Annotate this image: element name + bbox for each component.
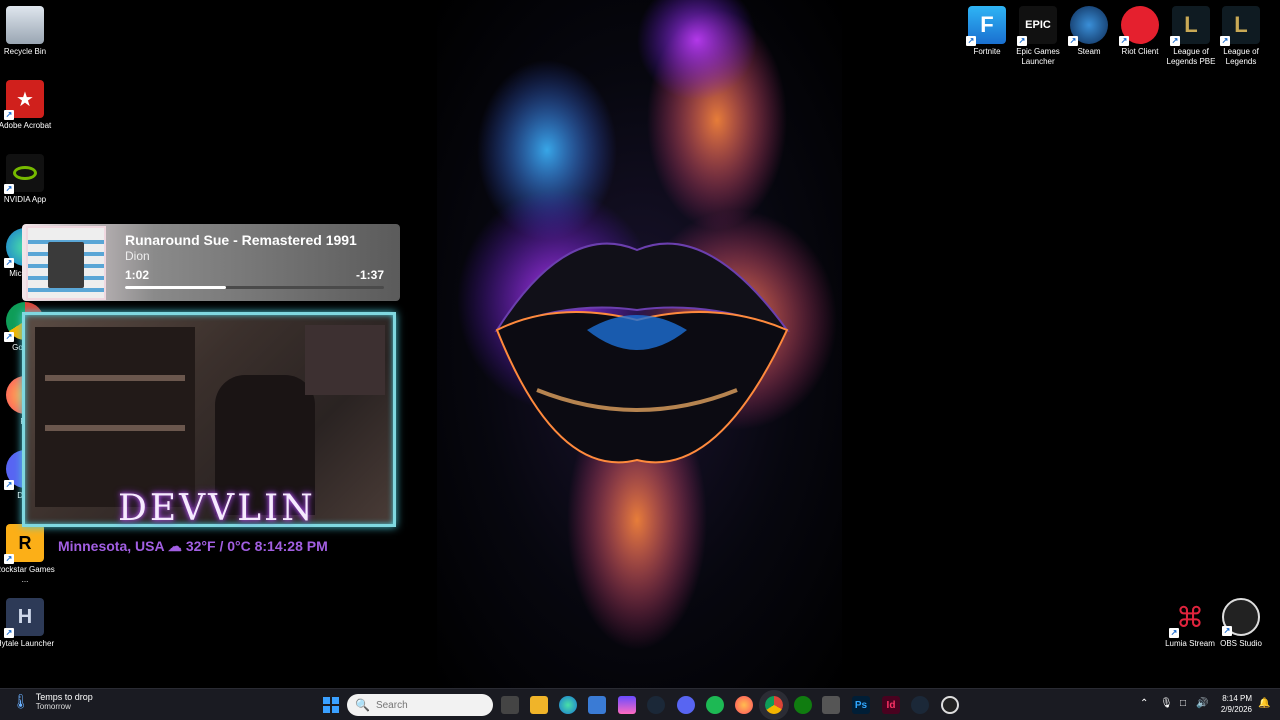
lumia-icon: ⌘ ↗ [1169, 601, 1204, 638]
weather-widget[interactable]: 🌡 Temps to drop Tomorrow [12, 692, 93, 711]
elapsed-time: 1:02 [125, 268, 150, 282]
desktop-icon-recycle-bin[interactable]: Recycle Bin [0, 6, 50, 57]
steam-icon-2[interactable] [911, 696, 929, 714]
lips-artwork [457, 0, 837, 650]
obs-icon: ↗ [1222, 598, 1260, 636]
microphone-icon[interactable]: 🎙 [1160, 698, 1173, 709]
now-playing-widget: Runaround Sue - Remastered 1991 Dion 1:0… [22, 224, 400, 301]
search-input[interactable] [375, 699, 466, 711]
remaining-time: -1:37 [355, 268, 384, 282]
track-title: Runaround Sue - Remastered 1991 [125, 232, 357, 248]
chrome-icon[interactable] [759, 690, 789, 720]
desktop-icon-steam[interactable]: ↗ Steam [1064, 6, 1114, 57]
thermometer-icon: 🌡 [12, 693, 30, 709]
desktop-icon-lumia-stream[interactable]: ⌘ ↗ Lumia Stream [1165, 598, 1215, 649]
copilot-icon[interactable] [618, 696, 636, 714]
progress-fill [125, 286, 226, 289]
fortnite-icon: F ↗ [966, 6, 1006, 46]
desktop-icon-rockstar[interactable]: R ↗ Rockstar Games ... [0, 524, 55, 585]
edge-icon[interactable] [559, 696, 577, 714]
desktop-icon-adobe-acrobat[interactable]: ★ ↗ Adobe Acrobat [0, 80, 51, 131]
recycle-bin-icon [6, 6, 44, 44]
snipping-icon[interactable] [822, 696, 840, 714]
acrobat-icon: ★ ↗ [4, 80, 44, 120]
desktop-icon-lol[interactable]: L ↗ League of Legends [1216, 6, 1266, 67]
photoshop-icon[interactable]: Ps [852, 696, 870, 714]
spotify-icon[interactable] [706, 696, 724, 714]
track-artist: Dion [125, 249, 150, 263]
taskbar-search[interactable]: 🔍 [347, 694, 493, 716]
discord-icon[interactable] [677, 696, 695, 714]
network-icon[interactable]: □ [1180, 698, 1186, 709]
lol-icon: L ↗ [1220, 6, 1260, 46]
xbox-icon[interactable] [794, 696, 812, 714]
taskbar: 🌡 Temps to drop Tomorrow 🔍 Ps Id ⌃ 🎙 □ 🔊… [0, 688, 1280, 720]
desktop-icon-hytale[interactable]: H ↗ Hytale Launcher [0, 598, 54, 649]
notification-icon[interactable]: 🔔 [1258, 698, 1270, 709]
volume-icon[interactable]: 🔊 [1196, 698, 1208, 709]
start-icon[interactable] [322, 696, 340, 714]
nvidia-icon: ↗ [4, 154, 44, 194]
taskview-icon[interactable] [501, 696, 519, 714]
streamer-name: DEVVLIN [118, 488, 316, 529]
desktop-icon-epic-games[interactable]: EPIC ↗ Epic Games Launcher [1013, 6, 1063, 67]
desktop-icon-obs-studio[interactable]: ↗ OBS Studio [1216, 598, 1266, 649]
desktop-icon-riot-client[interactable]: ↗ Riot Client [1115, 6, 1165, 57]
steam-icon[interactable] [647, 696, 665, 714]
file-explorer-icon[interactable] [530, 696, 548, 714]
hytale-icon: H ↗ [4, 598, 44, 638]
location-weather-time: Minnesota, USA ☁ 32°F / 0°C 8:14:28 PM [58, 538, 328, 554]
lol-pbe-icon: L ↗ [1170, 6, 1210, 46]
obs-icon[interactable] [941, 696, 959, 714]
firefox-icon[interactable] [735, 696, 753, 714]
riot-icon: ↗ [1119, 6, 1159, 46]
taskbar-clock[interactable]: 8:14 PM 2/9/2026 [1212, 693, 1252, 715]
progress-bar [125, 286, 384, 289]
desktop-icon-fortnite[interactable]: F ↗ Fortnite [962, 6, 1012, 57]
rockstar-icon: R ↗ [4, 524, 44, 564]
store-icon[interactable] [588, 696, 606, 714]
desktop-wallpaper [437, 0, 842, 688]
album-art [26, 226, 106, 300]
search-icon: 🔍 [355, 698, 370, 712]
indesign-icon[interactable]: Id [882, 696, 900, 714]
chevron-up-icon[interactable]: ⌃ [1140, 698, 1148, 709]
steam-icon: ↗ [1068, 6, 1108, 46]
desktop-icon-nvidia-app[interactable]: ↗ NVIDIA App [0, 154, 50, 205]
epic-games-icon: EPIC ↗ [1017, 6, 1057, 46]
